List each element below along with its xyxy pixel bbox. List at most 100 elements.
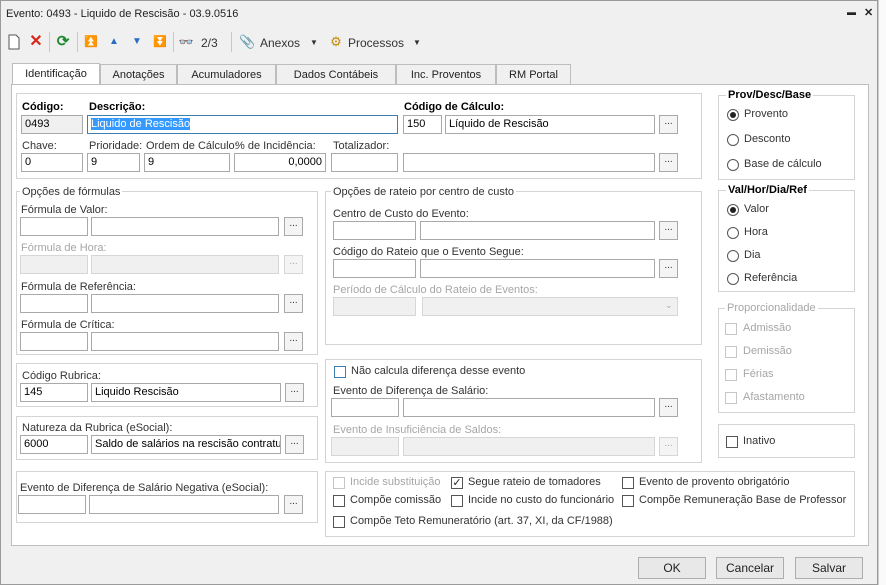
incide-substituicao-label: Incide substituição [350, 476, 441, 488]
codigo-calculo-label: Código de Cálculo: [404, 101, 505, 113]
processes-menu[interactable]: Processos [348, 36, 404, 50]
formula-valor-code[interactable] [20, 217, 88, 236]
formula-critica-desc[interactable] [91, 332, 279, 351]
processes-dropdown-arrow[interactable]: ▼ [413, 38, 421, 47]
codigo-label: Código: [22, 101, 64, 113]
formula-valor-lookup-button[interactable]: ... [284, 217, 303, 236]
rubrica-lookup-button[interactable]: ... [285, 383, 304, 402]
segue-rateio-label: Segue rateio de tomadores [468, 476, 601, 488]
codigo-calculo-desc[interactable]: Líquido de Rescisão [445, 115, 655, 134]
radio-provento[interactable] [727, 109, 739, 121]
rateio-codigo-code[interactable] [333, 259, 416, 278]
radio-base-calculo[interactable] [727, 159, 739, 171]
inativo-label: Inativo [743, 435, 776, 447]
radio-desconto[interactable] [727, 134, 739, 146]
tab-acumuladores[interactable]: Acumuladores [177, 64, 276, 84]
cancel-button[interactable]: Cancelar [716, 557, 784, 579]
centro-custo-desc[interactable] [420, 221, 655, 240]
nao-calcula-diferenca-checkbox[interactable] [334, 366, 346, 378]
descricao-label: Descrição: [89, 101, 146, 113]
prioridade-field[interactable]: 9 [87, 153, 140, 172]
formula-valor-desc[interactable] [91, 217, 279, 236]
ordem-label: Ordem de Cálculo: [146, 140, 238, 152]
attachments-menu[interactable]: Anexos [260, 36, 300, 50]
radio-referencia[interactable] [727, 273, 739, 285]
totalizador-code-field[interactable] [331, 153, 398, 172]
radio-hora[interactable] [727, 227, 739, 239]
formula-critica-lookup-button[interactable]: ... [284, 332, 303, 351]
formula-critica-code[interactable] [20, 332, 88, 351]
rateio-codigo-lookup-button[interactable]: ... [659, 259, 678, 278]
rateio-codigo-desc[interactable] [420, 259, 655, 278]
ordem-field[interactable]: 9 [144, 153, 230, 172]
gears-icon: ⚙ [330, 34, 342, 49]
rubrica-desc[interactable]: Liquido Rescisão [91, 383, 281, 402]
totalizador-desc-field[interactable] [403, 153, 655, 172]
save-button[interactable]: Salvar [795, 557, 863, 579]
compoe-remuneracao-checkbox[interactable] [622, 495, 634, 507]
insuficiencia-label: Evento de Insuficiência de Saldos: [333, 424, 502, 436]
provento-obrigatorio-checkbox[interactable] [622, 477, 634, 489]
codigo-calculo-field[interactable]: 150 [403, 115, 442, 134]
inativo-checkbox[interactable] [726, 436, 738, 448]
diferenca-salario-label: Evento de Diferença de Salário: [333, 385, 489, 397]
page-indicator: 2/3 [201, 36, 218, 50]
natureza-lookup-button[interactable]: ... [285, 435, 304, 454]
title-bar: Evento: 0493 - Liquido de Rescisão - 03.… [1, 1, 877, 28]
compoe-comissao-checkbox[interactable] [333, 495, 345, 507]
prov-desc-base-title: Prov/Desc/Base [726, 89, 814, 101]
tab-inc-proventos[interactable]: Inc. Proventos [396, 64, 496, 84]
codigo-field[interactable]: 0493 [21, 115, 83, 134]
chave-field[interactable]: 0 [21, 153, 83, 172]
descricao-field[interactable]: Liquido de Rescisão [87, 115, 398, 134]
compoe-comissao-label: Compõe comissão [350, 494, 442, 506]
formula-valor-label: Fórmula de Valor: [21, 204, 108, 216]
binoculars-icon[interactable]: 👓 [178, 34, 194, 50]
prioridade-label: Prioridade: [89, 140, 143, 152]
natureza-code[interactable]: 6000 [20, 435, 88, 454]
paperclip-icon: 📎 [239, 34, 256, 49]
radio-dia[interactable] [727, 250, 739, 262]
minimize-button[interactable]: ▬ [847, 7, 856, 17]
negativa-desc[interactable] [89, 495, 279, 514]
formulas-title: Opções de fórmulas [20, 186, 123, 198]
formula-referencia-desc[interactable] [91, 294, 279, 313]
totalizador-lookup-button[interactable]: ... [659, 153, 678, 172]
natureza-desc[interactable]: Saldo de salários na rescisão contratual [91, 435, 281, 454]
incidencia-field[interactable]: 0,0000 [234, 153, 326, 172]
formula-hora-label: Fórmula de Hora: [21, 242, 107, 254]
close-window-button[interactable]: ✕ [864, 6, 873, 19]
provento-obrigatorio-label: Evento de provento obrigatório [639, 476, 790, 488]
refresh-icon[interactable]: ⟳ [55, 34, 71, 50]
centro-custo-lookup-button[interactable]: ... [659, 221, 678, 240]
tab-dados-contabeis[interactable]: Dados Contábeis [276, 64, 396, 84]
negativa-code[interactable] [18, 495, 86, 514]
diferenca-salario-code[interactable] [331, 398, 399, 417]
compoe-teto-checkbox[interactable] [333, 516, 345, 528]
tab-identificacao[interactable]: Identificação [12, 63, 100, 85]
previous-record-icon[interactable]: ▲ [106, 34, 122, 50]
periodo-rateio-label: Período de Cálculo do Rateio de Eventos: [333, 284, 538, 296]
rubrica-code[interactable]: 145 [20, 383, 88, 402]
tab-rm-portal[interactable]: RM Portal [496, 64, 571, 84]
formula-referencia-code[interactable] [20, 294, 88, 313]
diferenca-salario-desc[interactable] [403, 398, 655, 417]
last-record-icon[interactable]: ⏬ [152, 34, 168, 50]
incide-custo-checkbox[interactable] [451, 495, 463, 507]
delete-icon[interactable]: ✕ [28, 34, 44, 50]
segue-rateio-checkbox[interactable]: ✓ [451, 477, 463, 489]
first-record-icon[interactable]: ⏫ [83, 34, 99, 50]
new-icon[interactable] [6, 34, 22, 50]
centro-custo-code[interactable] [333, 221, 416, 240]
demissao-label: Demissão [743, 345, 792, 357]
radio-valor[interactable] [727, 204, 739, 216]
ok-button[interactable]: OK [638, 557, 706, 579]
negativa-lookup-button[interactable]: ... [284, 495, 303, 514]
formula-referencia-lookup-button[interactable]: ... [284, 294, 303, 313]
next-record-icon[interactable]: ▼ [129, 34, 145, 50]
diferenca-salario-lookup-button[interactable]: ... [659, 398, 678, 417]
codigo-calculo-lookup-button[interactable]: ... [659, 115, 678, 134]
tab-anotacoes[interactable]: Anotações [100, 64, 177, 84]
val-hor-dia-ref-title: Val/Hor/Dia/Ref [726, 184, 809, 196]
attachments-dropdown-arrow[interactable]: ▼ [310, 38, 318, 47]
